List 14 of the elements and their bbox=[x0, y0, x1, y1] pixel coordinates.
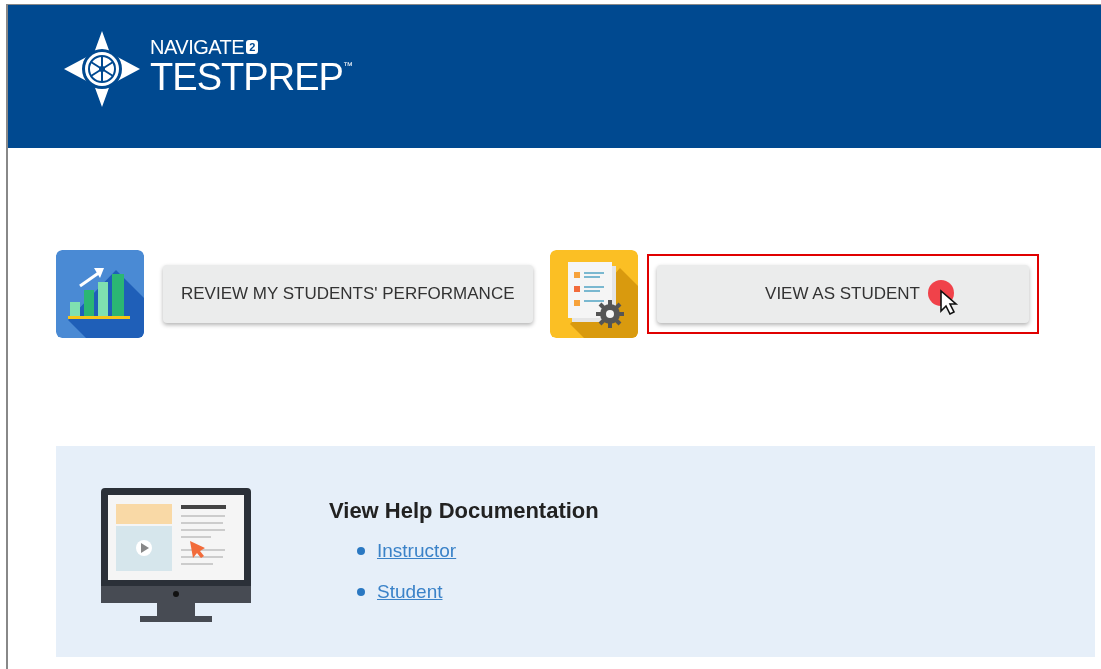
bar-chart-icon bbox=[56, 250, 144, 338]
trademark-mark: ™ bbox=[343, 61, 353, 71]
compass-logo-icon bbox=[64, 31, 140, 107]
logo-title: TESTPREP bbox=[150, 57, 343, 97]
action-button[interactable]: VIEW AS STUDENT bbox=[656, 265, 1029, 323]
document-gear-icon bbox=[549, 250, 638, 338]
logo-text: NAVIGATE bbox=[150, 37, 245, 57]
bullet-icon bbox=[357, 547, 365, 556]
cursor-click-icon bbox=[926, 279, 961, 315]
help-title: View Help Documentation bbox=[329, 497, 599, 525]
bullet-icon bbox=[357, 587, 365, 596]
action-button[interactable]: REVIEW MY STUDENTS' PERFORMANCE bbox=[163, 265, 533, 323]
logo-badge: 2 bbox=[246, 40, 259, 54]
help-link[interactable]: Student bbox=[377, 577, 443, 606]
